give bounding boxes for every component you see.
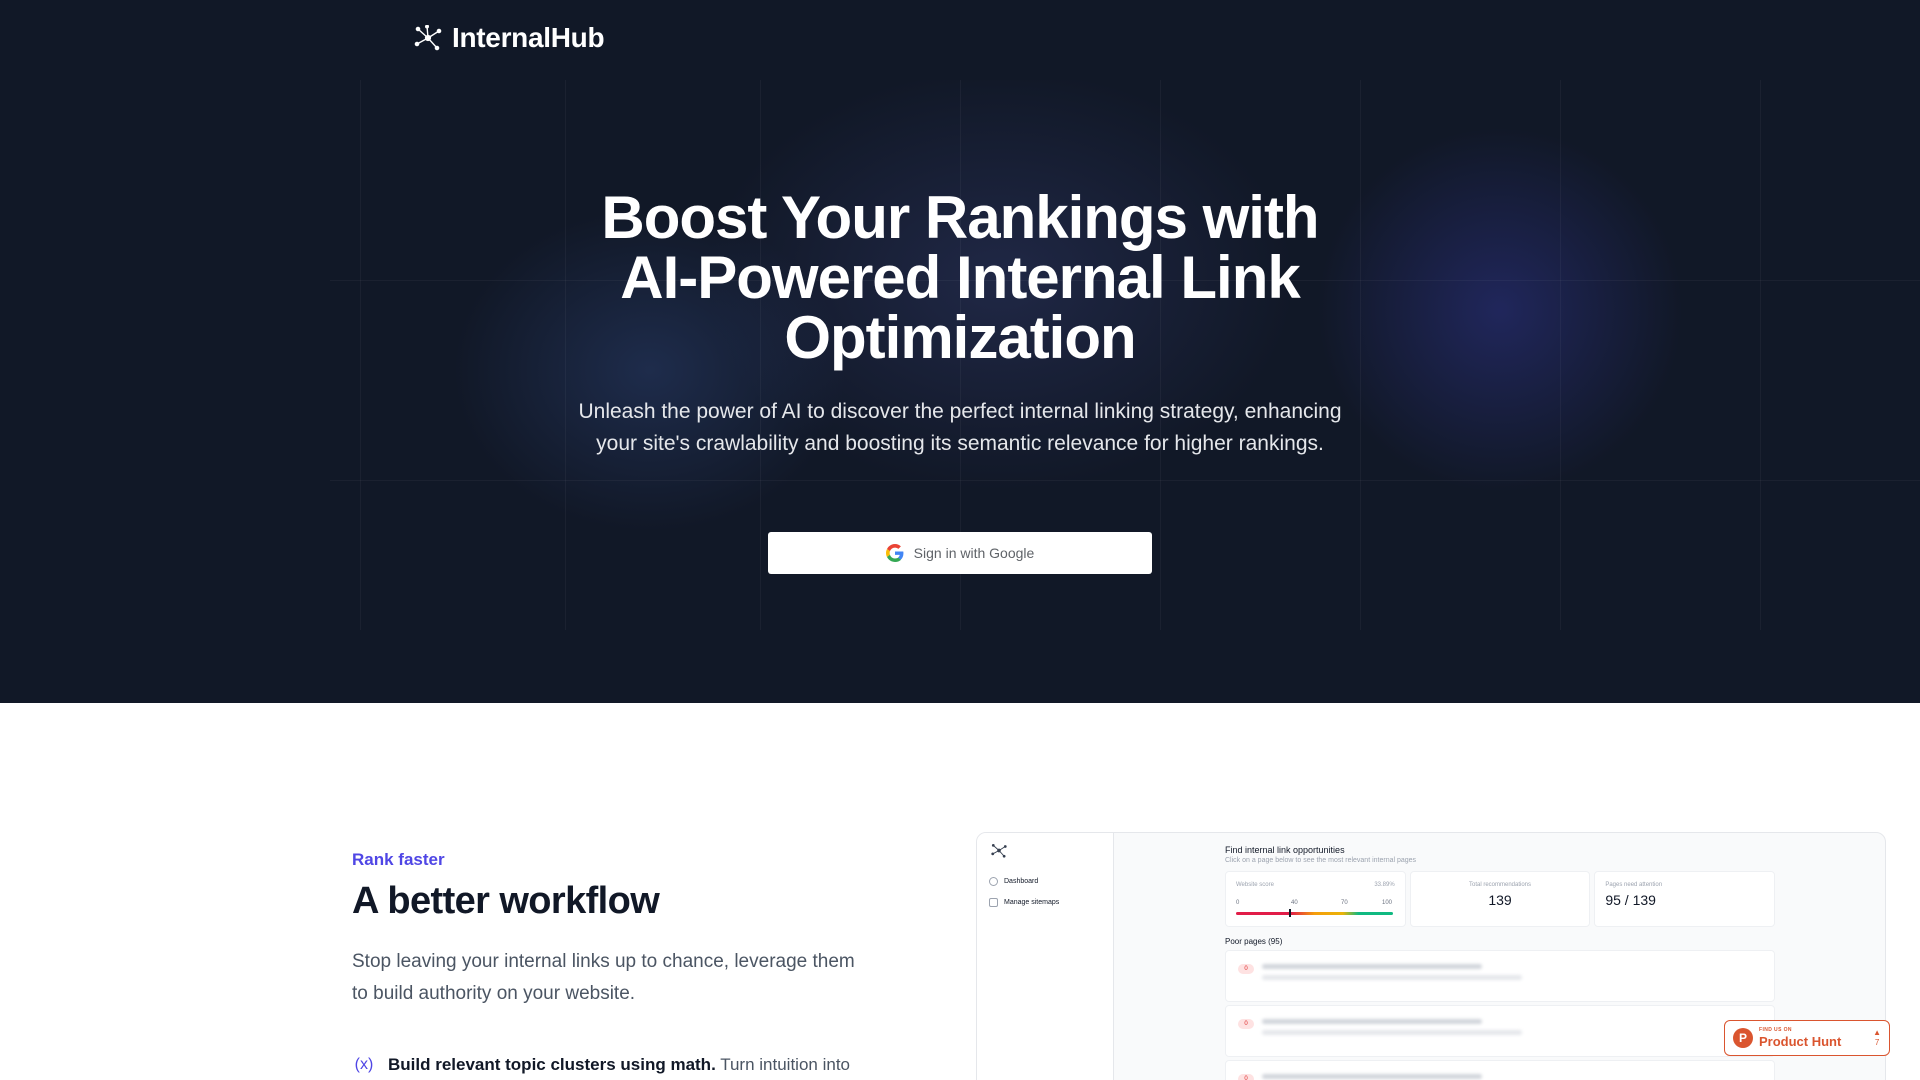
hero-title-line: Boost Your Rankings with — [601, 184, 1319, 251]
stat-label: Pages need attention — [1605, 882, 1663, 888]
scale-tick: 40 — [1291, 900, 1298, 906]
stats-row: Website score 33.89% 0 40 70 100 Total r… — [1225, 871, 1776, 927]
app-sidebar: Dashboard Manage sitemaps — [977, 833, 1114, 1080]
google-sign-in-label: Sign in with Google — [913, 545, 1035, 561]
blurred-text — [1262, 975, 1522, 980]
app-heading: Find internal link opportunities — [1225, 845, 1345, 855]
app-nav-sitemaps: Manage sitemaps — [989, 898, 1059, 907]
feature-item: (x) Build relevant topic clusters using … — [352, 1052, 872, 1078]
upvote-icon: ▲ — [1873, 1028, 1881, 1037]
app-nav-label: Dashboard — [1004, 878, 1039, 885]
poor-page-row: 0 — [1225, 950, 1775, 1002]
product-hunt-small: FIND US ON — [1759, 1027, 1792, 1033]
stat-value: 95 / 139 — [1605, 892, 1656, 908]
blurred-text — [1262, 1074, 1482, 1079]
scale-tick: 0 — [1236, 900, 1240, 906]
product-hunt-icon: P — [1733, 1028, 1753, 1048]
feature-item-text: Build relevant topic clusters using math… — [388, 1052, 850, 1078]
poor-page-row: 0 — [1225, 1005, 1775, 1057]
blurred-text — [1262, 964, 1482, 969]
poor-pages-title: Poor pages (95) — [1225, 937, 1283, 946]
network-icon — [991, 843, 1007, 858]
score-badge: 0 — [1238, 1019, 1254, 1029]
blurred-text — [1262, 1019, 1482, 1024]
recommendations-card: Total recommendations 139 — [1409, 871, 1591, 927]
hero-section: InternalHub Boost Your Rankings with AI-… — [0, 0, 1920, 703]
scale-tick: 100 — [1382, 900, 1393, 906]
stat-label: Website score — [1236, 882, 1274, 888]
score-marker — [1289, 909, 1291, 917]
feature-item-body: Turn intuition into — [720, 1055, 850, 1074]
upvote-count: ▲ 7 — [1873, 1028, 1881, 1048]
network-icon — [414, 25, 442, 51]
grid-line — [360, 80, 361, 630]
section-eyebrow: Rank faster — [352, 850, 445, 869]
score-badge: 0 — [1238, 964, 1254, 974]
variable-icon: (x) — [354, 1056, 374, 1073]
score-bar — [1236, 912, 1393, 915]
product-hunt-badge[interactable]: P FIND US ON Product Hunt ▲ 7 — [1724, 1020, 1890, 1056]
google-sign-in-button[interactable]: Sign in with Google — [768, 532, 1152, 574]
brand-logo[interactable]: InternalHub — [414, 22, 605, 54]
attention-card: Pages need attention 95 / 139 — [1594, 871, 1776, 927]
grid-line — [1760, 80, 1761, 630]
product-hunt-name: Product Hunt — [1759, 1034, 1842, 1049]
section-title: A better workflow — [352, 880, 660, 922]
score-badge: 0 — [1238, 1074, 1254, 1080]
score-percent: 33.89% — [1374, 882, 1395, 888]
brand-name: InternalHub — [452, 22, 605, 53]
google-icon — [885, 544, 904, 562]
hero-subtitle: Unleash the power of AI to discover the … — [578, 400, 1342, 455]
blurred-text — [1262, 1030, 1522, 1035]
app-nav-dashboard: Dashboard — [989, 877, 1038, 886]
app-main: Find internal link opportunities Click o… — [1225, 845, 1776, 1080]
upvote-number: 7 — [1874, 1038, 1880, 1047]
sitemap-icon — [989, 898, 998, 907]
grid-line — [330, 480, 1920, 481]
section-description: Stop leaving your internal links up to c… — [352, 951, 855, 1004]
hero-title-line: Optimization — [784, 304, 1136, 371]
score-scale: 0 40 70 100 — [1236, 900, 1393, 908]
product-hunt-text: FIND US ON Product Hunt — [1759, 1027, 1842, 1049]
grid-line — [1560, 80, 1561, 630]
stat-label: Total recommendations — [1468, 882, 1532, 888]
scale-tick: 70 — [1341, 900, 1348, 906]
stat-value: 139 — [1488, 892, 1512, 908]
feature-item-title: Build relevant topic clusters using math… — [388, 1055, 716, 1074]
website-score-card: Website score 33.89% 0 40 70 100 — [1225, 871, 1406, 927]
poor-page-row: 0 — [1225, 1060, 1775, 1080]
hero-title-line: AI-Powered Internal Link — [620, 244, 1300, 311]
app-subheading: Click on a page below to see the most re… — [1225, 857, 1417, 864]
dashboard-icon — [989, 877, 998, 886]
hero-title: Boost Your Rankings with AI-Powered Inte… — [460, 188, 1460, 368]
app-nav-label: Manage sitemaps — [1004, 899, 1060, 906]
